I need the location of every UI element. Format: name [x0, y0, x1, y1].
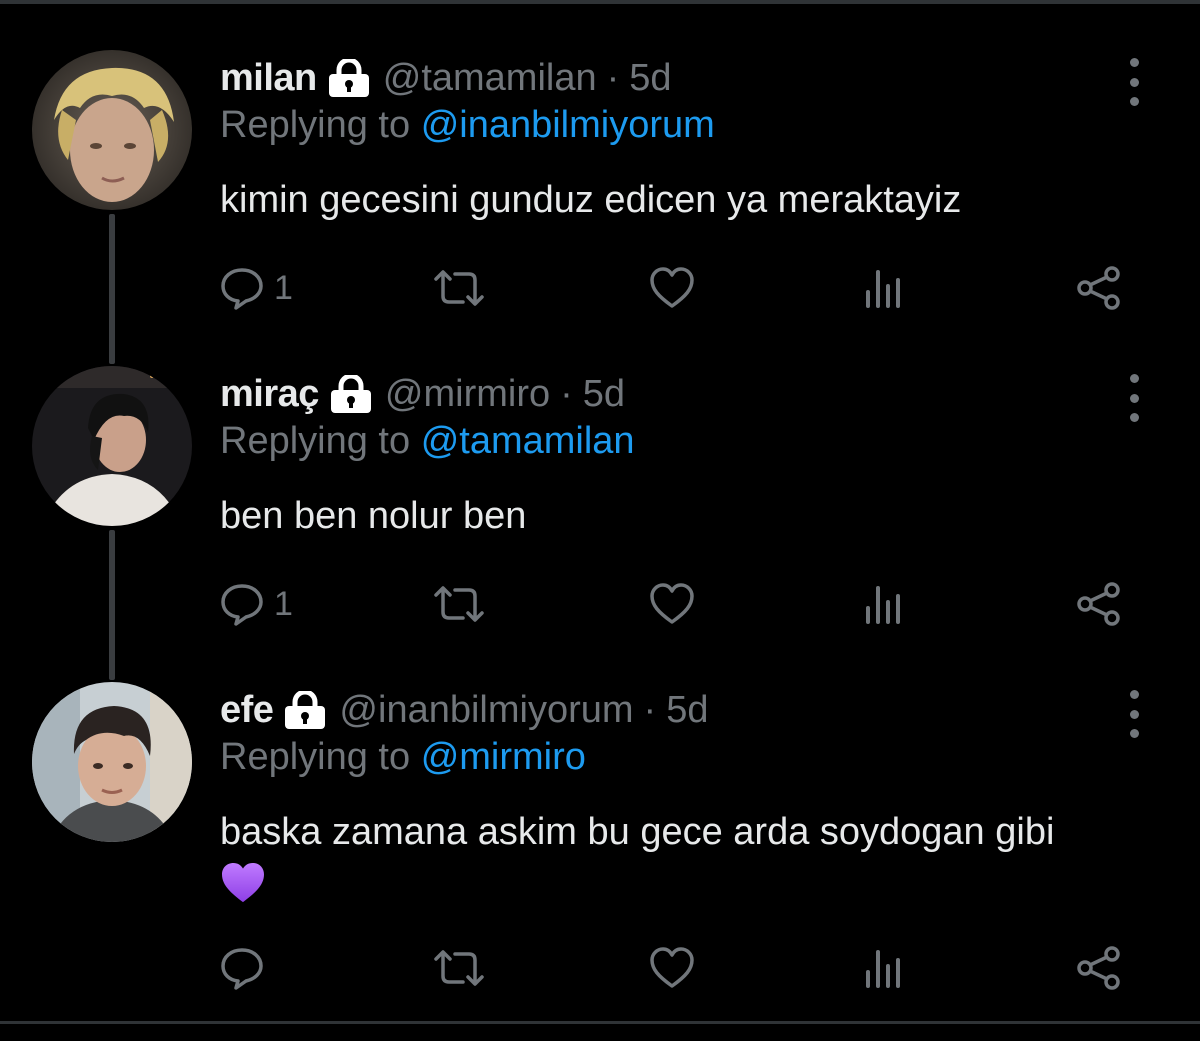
- like-button[interactable]: [648, 938, 696, 998]
- replying-to-label: Replying to: [220, 104, 411, 146]
- bar-chart-icon: [866, 270, 900, 308]
- separator-dot: ·: [643, 688, 657, 731]
- tweet-actions: [0, 938, 1200, 998]
- avatar-image: [32, 366, 192, 526]
- replying-to-line: Replying to @tamamilan: [220, 420, 635, 463]
- share-button[interactable]: [1074, 938, 1124, 998]
- retweet-button[interactable]: [430, 258, 488, 318]
- retweet-icon: [434, 270, 484, 306]
- display-name[interactable]: efe: [220, 689, 274, 732]
- retweet-icon: [434, 586, 484, 622]
- separator-dot: ·: [606, 56, 620, 99]
- retweet-button[interactable]: [430, 574, 488, 634]
- tweet-header: miraç @mirmiro · 5d: [220, 370, 625, 418]
- user-handle[interactable]: @mirmiro: [385, 373, 550, 416]
- speech-bubble-icon: [221, 268, 263, 310]
- reply-button[interactable]: 1: [218, 574, 293, 634]
- reply-count: 1: [274, 584, 293, 623]
- lock-icon: [283, 691, 327, 729]
- display-name[interactable]: milan: [220, 57, 317, 100]
- heart-icon: [650, 583, 694, 624]
- replying-to-line: Replying to @mirmiro: [220, 736, 586, 779]
- replying-to-label: Replying to: [220, 420, 411, 462]
- avatar-image: [32, 682, 192, 842]
- lock-icon: [327, 59, 371, 97]
- views-button[interactable]: [862, 574, 908, 634]
- views-button[interactable]: [862, 938, 908, 998]
- share-icon: [1077, 266, 1120, 310]
- speech-bubble-icon: [221, 948, 263, 990]
- views-button[interactable]: [862, 258, 908, 318]
- tweet-actions: 1: [0, 574, 1200, 634]
- vertical-ellipsis-icon[interactable]: [1120, 374, 1148, 422]
- timestamp[interactable]: 5d: [583, 373, 625, 416]
- separator-dot: ·: [560, 372, 573, 415]
- timestamp[interactable]: 5d: [666, 689, 708, 732]
- reply-thread: milan @tamamilan · 5d Replying to @inanb…: [0, 0, 1200, 1041]
- tweet-text: baska zamana askim bu gece arda soydogan…: [220, 811, 1055, 853]
- avatar[interactable]: [32, 50, 192, 210]
- avatar-image: [32, 50, 192, 210]
- reply-button[interactable]: [218, 938, 274, 998]
- heart-icon: [650, 267, 694, 308]
- avatar[interactable]: [32, 682, 192, 842]
- vertical-ellipsis-icon[interactable]: [1120, 58, 1148, 106]
- tweet-text-block: baska zamana askim bu gece arda soydogan…: [220, 806, 1170, 918]
- mention-link[interactable]: @inanbilmiyorum: [421, 104, 715, 146]
- user-handle[interactable]: @tamamilan: [383, 57, 597, 100]
- lock-icon: [329, 375, 373, 413]
- reply-button[interactable]: 1: [218, 258, 293, 318]
- share-button[interactable]: [1074, 574, 1124, 634]
- heart-icon: [650, 947, 694, 988]
- tweet-text: kimin gecesini gunduz edicen ya meraktay…: [220, 179, 962, 221]
- mention-link[interactable]: @mirmiro: [421, 736, 586, 778]
- bar-chart-icon: [866, 950, 900, 988]
- display-name[interactable]: miraç: [220, 373, 319, 416]
- like-button[interactable]: [648, 258, 696, 318]
- tweet-header: milan @tamamilan · 5d: [220, 54, 672, 102]
- mention-link[interactable]: @tamamilan: [421, 420, 635, 462]
- replying-to-line: Replying to @inanbilmiyorum: [220, 104, 715, 147]
- timestamp[interactable]: 5d: [629, 57, 671, 100]
- tweet-text: ben ben nolur ben: [220, 495, 527, 537]
- replying-to-label: Replying to: [220, 736, 411, 778]
- share-icon: [1077, 582, 1120, 626]
- avatar[interactable]: [32, 366, 192, 526]
- reply-count: 1: [274, 268, 293, 307]
- speech-bubble-icon: [221, 584, 263, 626]
- user-handle[interactable]: @inanbilmiyorum: [339, 689, 633, 732]
- top-divider: [0, 0, 1200, 4]
- retweet-button[interactable]: [430, 938, 488, 998]
- vertical-ellipsis-icon[interactable]: [1120, 690, 1148, 738]
- tweet-header: efe @inanbilmiyorum · 5d: [220, 686, 708, 734]
- retweet-icon: [434, 950, 484, 986]
- tweet-actions: 1: [0, 258, 1200, 318]
- bar-chart-icon: [866, 586, 900, 624]
- purple-heart-icon: [220, 862, 266, 918]
- share-button[interactable]: [1074, 258, 1124, 318]
- like-button[interactable]: [648, 574, 696, 634]
- bottom-divider: [0, 1021, 1200, 1024]
- share-icon: [1077, 946, 1120, 990]
